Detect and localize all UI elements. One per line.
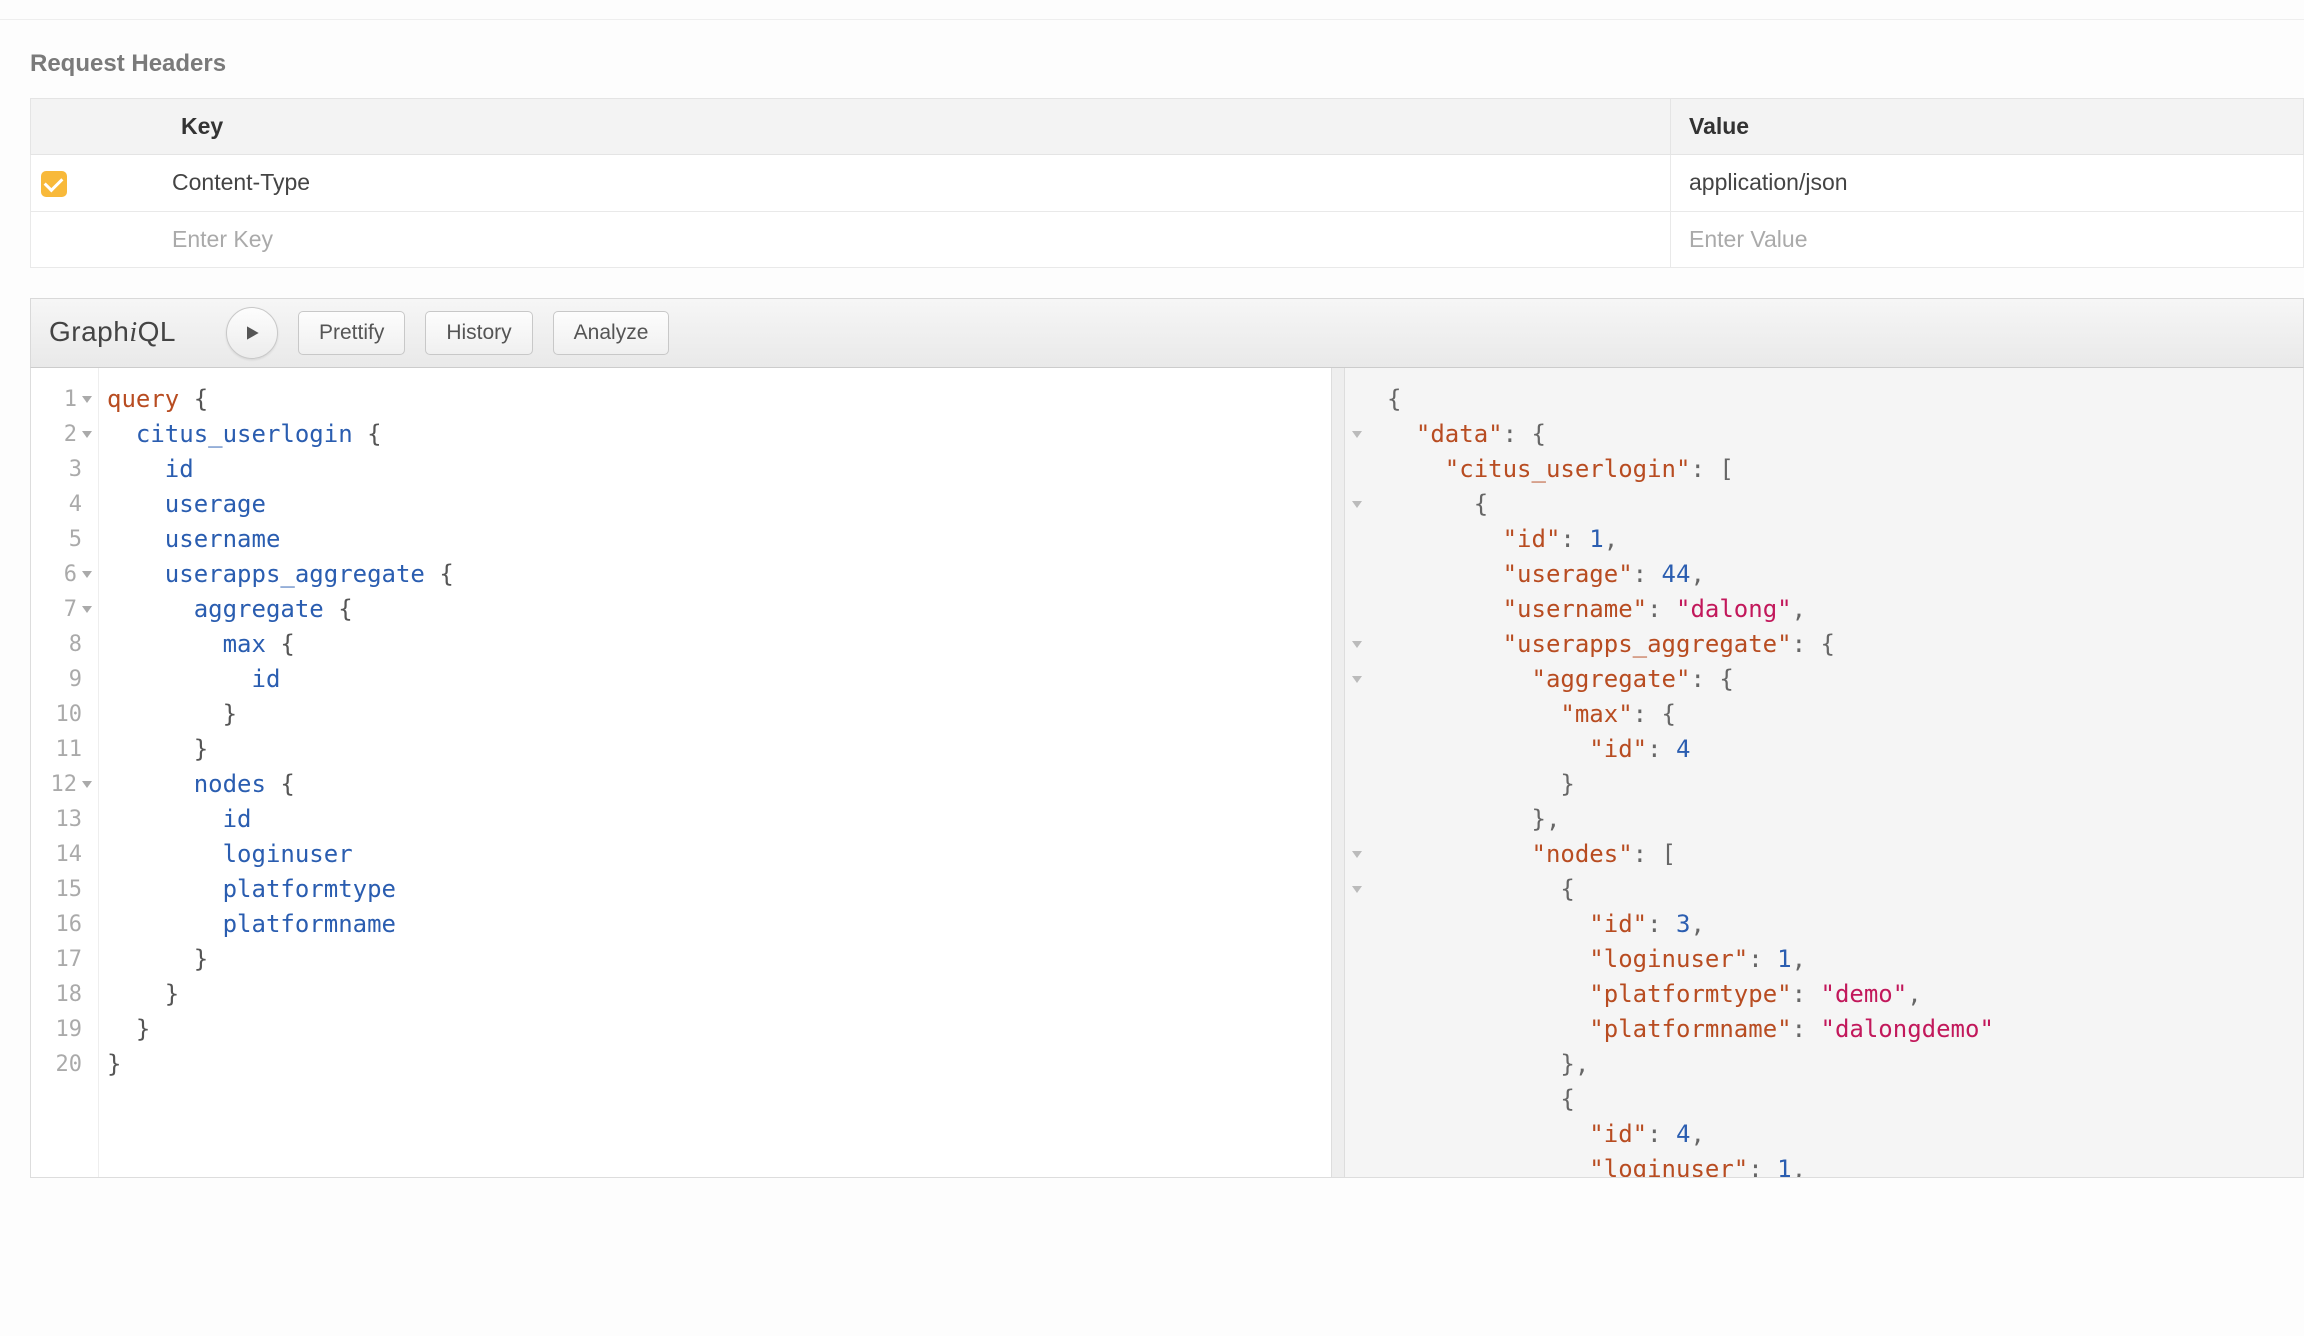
prettify-button[interactable]: Prettify xyxy=(298,311,405,355)
result-fold-gutter xyxy=(1347,382,1362,1177)
line-number: 7 xyxy=(31,592,92,627)
line-number: 8 xyxy=(31,627,92,662)
line-number: 5 xyxy=(31,522,92,557)
editor-area: 1 2 3 4 5 6 7 8 9 10 11 12 13 14 15 16 1… xyxy=(30,368,2304,1178)
header-row-checkbox[interactable] xyxy=(41,171,67,197)
line-number: 10 xyxy=(31,697,92,732)
result-json: { "data": { "citus_userlogin": [ { "id":… xyxy=(1365,382,2293,1177)
history-button[interactable]: History xyxy=(425,311,532,355)
fold-caret-icon[interactable] xyxy=(1352,886,1362,893)
result-fold-row xyxy=(1347,1082,1362,1117)
fold-caret-icon[interactable] xyxy=(1352,641,1362,648)
line-number: 16 xyxy=(31,907,92,942)
play-icon xyxy=(242,323,262,343)
result-viewer[interactable]: { "data": { "citus_userlogin": [ { "id":… xyxy=(1345,368,2303,1177)
query-editor[interactable]: 1 2 3 4 5 6 7 8 9 10 11 12 13 14 15 16 1… xyxy=(31,368,1331,1177)
line-gutter: 1 2 3 4 5 6 7 8 9 10 11 12 13 14 15 16 1… xyxy=(31,368,99,1177)
line-number: 9 xyxy=(31,662,92,697)
fold-caret-icon[interactable] xyxy=(82,396,92,403)
result-fold-row xyxy=(1347,977,1362,1012)
result-fold-row xyxy=(1347,487,1362,522)
result-fold-row xyxy=(1347,942,1362,977)
result-fold-row xyxy=(1347,627,1362,662)
result-fold-row xyxy=(1347,697,1362,732)
result-fold-row xyxy=(1347,417,1362,452)
headers-col-key: Key xyxy=(31,99,1671,155)
result-fold-row xyxy=(1347,557,1362,592)
query-code[interactable]: query { citus_userlogin { id userage use… xyxy=(99,368,1331,1177)
line-number: 4 xyxy=(31,487,92,522)
fold-caret-icon[interactable] xyxy=(1352,851,1362,858)
result-fold-row xyxy=(1347,452,1362,487)
result-fold-row xyxy=(1347,1012,1362,1047)
line-number: 20 xyxy=(31,1047,92,1082)
header-new-value-input[interactable]: Enter Value xyxy=(1689,226,1807,252)
line-number: 6 xyxy=(31,557,92,592)
fold-caret-icon[interactable] xyxy=(82,431,92,438)
result-fold-row xyxy=(1347,1047,1362,1082)
headers-col-value: Value xyxy=(1671,99,2304,155)
line-number: 13 xyxy=(31,802,92,837)
fold-caret-icon[interactable] xyxy=(82,606,92,613)
result-fold-row xyxy=(1347,802,1362,837)
line-number: 17 xyxy=(31,942,92,977)
line-number: 19 xyxy=(31,1012,92,1047)
line-number: 12 xyxy=(31,767,92,802)
fold-caret-icon[interactable] xyxy=(82,781,92,788)
fold-caret-icon[interactable] xyxy=(82,571,92,578)
result-fold-row xyxy=(1347,382,1362,417)
result-fold-row xyxy=(1347,837,1362,872)
result-fold-row xyxy=(1347,662,1362,697)
result-fold-row xyxy=(1347,522,1362,557)
fold-caret-icon[interactable] xyxy=(1352,676,1362,683)
header-new-row: Enter Key Enter Value xyxy=(31,211,2304,267)
line-number: 18 xyxy=(31,977,92,1012)
line-number: 11 xyxy=(31,732,92,767)
analyze-button[interactable]: Analyze xyxy=(553,311,670,355)
execute-button[interactable] xyxy=(226,307,278,359)
graphiql-logo: GraphiQL xyxy=(49,316,176,349)
request-headers-title: Request Headers xyxy=(30,50,2304,78)
top-divider xyxy=(0,0,2304,20)
fold-caret-icon[interactable] xyxy=(1352,431,1362,438)
result-fold-row xyxy=(1347,907,1362,942)
result-fold-row xyxy=(1347,872,1362,907)
graphiql-toolbar: GraphiQL Prettify History Analyze xyxy=(30,298,2304,368)
headers-table: Key Value Content-Type application/json … xyxy=(30,98,2304,268)
result-fold-row xyxy=(1347,732,1362,767)
result-fold-row xyxy=(1347,1117,1362,1152)
header-key-value[interactable]: Content-Type xyxy=(172,169,310,195)
fold-caret-icon[interactable] xyxy=(1352,501,1362,508)
header-value-cell[interactable]: application/json xyxy=(1671,155,2304,212)
header-new-key-input[interactable]: Enter Key xyxy=(172,226,273,252)
line-number: 3 xyxy=(31,452,92,487)
result-fold-row xyxy=(1347,592,1362,627)
line-number: 15 xyxy=(31,872,92,907)
line-number: 14 xyxy=(31,837,92,872)
result-fold-row xyxy=(1347,767,1362,802)
header-row: Content-Type application/json xyxy=(31,155,2304,212)
line-number: 1 xyxy=(31,382,92,417)
result-fold-row xyxy=(1347,1152,1362,1177)
pane-resize-handle[interactable] xyxy=(1331,368,1345,1177)
line-number: 2 xyxy=(31,417,92,452)
